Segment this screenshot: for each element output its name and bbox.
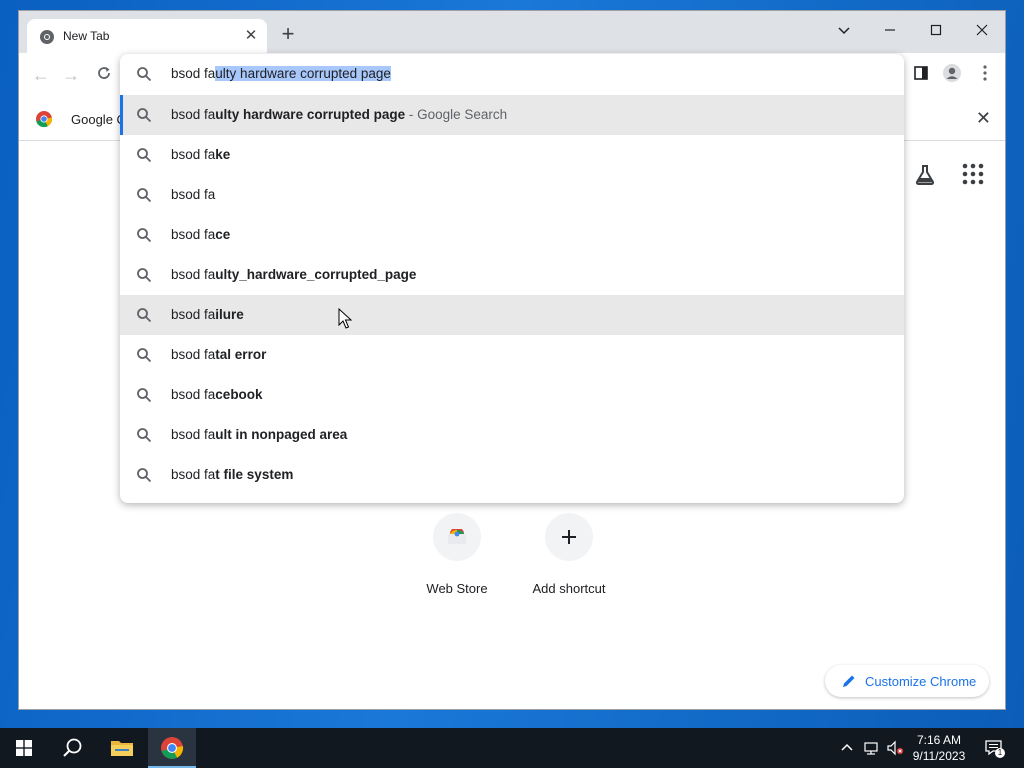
search-icon	[137, 268, 152, 283]
customize-chrome-button[interactable]: Customize Chrome	[825, 665, 989, 697]
autocomplete-selection: ulty hardware corrupted page	[215, 66, 391, 81]
suggestion-text: bsod face	[171, 227, 231, 242]
search-icon	[137, 228, 152, 243]
tab-new-tab[interactable]: New Tab ✕	[27, 19, 267, 53]
suggestion-item[interactable]: bsod fatal error	[120, 335, 904, 375]
menu-kebab-icon[interactable]	[973, 63, 997, 87]
suggestion-item[interactable]: bsod fake	[120, 135, 904, 175]
maximize-button[interactable]	[913, 17, 959, 45]
shortcut-label: Add shortcut	[532, 581, 606, 596]
shortcut-label: Web Store	[426, 581, 488, 596]
suggestion-item[interactable]: bsod failure	[120, 295, 904, 335]
search-icon	[137, 108, 152, 123]
chrome-favicon-icon	[40, 30, 54, 44]
search-icon	[137, 188, 152, 203]
suggestion-text: bsod facebook	[171, 387, 263, 402]
customize-label: Customize Chrome	[865, 674, 977, 689]
suggestion-text: bsod faulty_hardware_corrupted_page	[171, 267, 417, 282]
system-clock[interactable]: 7:16 AM 9/11/2023	[906, 732, 972, 764]
new-tab-button[interactable]: +	[277, 23, 299, 45]
start-button[interactable]	[0, 728, 48, 768]
forward-arrow-icon[interactable]: →	[59, 63, 83, 87]
omnibox-dropdown: bsod faulty hardware corrupted page bsod…	[120, 54, 904, 503]
bookmark-label[interactable]: Google C	[71, 112, 126, 127]
tab-close-icon[interactable]: ✕	[241, 26, 261, 46]
chrome-taskbar-button[interactable]	[148, 728, 196, 768]
suggestion-item[interactable]: bsod fault in nonpaged area	[120, 415, 904, 455]
suggestion-text: bsod fat file system	[171, 467, 294, 482]
side-panel-icon[interactable]	[909, 63, 933, 87]
shortcut-web-store[interactable]: Web Store	[402, 513, 512, 596]
suggestion-item[interactable]: bsod fa	[120, 175, 904, 215]
clock-time: 7:16 AM	[916, 733, 962, 747]
suggestion-text: bsod fatal error	[171, 347, 267, 362]
suggestion-text: bsod faulty hardware corrupted page - Go…	[171, 107, 508, 122]
search-icon	[137, 67, 152, 82]
windows-logo-icon	[16, 740, 32, 756]
tab-title: New Tab	[63, 29, 110, 43]
folder-icon	[111, 741, 133, 756]
chrome-logo-icon	[161, 737, 184, 759]
search-icon	[137, 348, 152, 363]
focus-indicator	[120, 95, 123, 135]
suggestion-item[interactable]: bsod faulty_hardware_corrupted_page	[120, 255, 904, 295]
taskbar-search-button[interactable]	[48, 728, 96, 768]
network-icon[interactable]	[863, 740, 879, 756]
web-store-tile	[433, 513, 481, 561]
plus-icon	[562, 530, 576, 544]
search-icon	[137, 308, 152, 323]
search-icon	[63, 738, 82, 757]
suggestion-item[interactable]: bsod faulty hardware corrupted page - Go…	[120, 95, 904, 135]
add-shortcut-tile	[545, 513, 593, 561]
shortcut-add[interactable]: Add shortcut	[514, 513, 624, 596]
suggestion-item[interactable]: bsod facebook	[120, 375, 904, 415]
tab-strip: New Tab ✕ +	[19, 11, 1005, 53]
minimize-button[interactable]	[867, 17, 913, 45]
suggestion-item[interactable]: bsod fat file system	[120, 455, 904, 495]
profile-avatar[interactable]	[940, 63, 964, 87]
suggestion-text: bsod failure	[171, 307, 244, 322]
suggestion-text: bsod fa	[171, 187, 216, 202]
chrome-logo-icon	[36, 111, 53, 128]
search-icon	[137, 428, 152, 443]
suggestion-item[interactable]: bsod face	[120, 215, 904, 255]
close-icon[interactable]: ✕	[976, 108, 991, 129]
file-explorer-button[interactable]	[98, 728, 146, 768]
chevron-up-icon[interactable]	[839, 740, 855, 756]
clock-date: 9/11/2023	[912, 749, 966, 763]
volume-muted-icon[interactable]	[886, 740, 904, 756]
search-icon	[137, 148, 152, 163]
google-apps-icon[interactable]	[962, 163, 984, 185]
search-icon	[137, 388, 152, 403]
chrome-labs-icon[interactable]	[913, 163, 937, 187]
back-arrow-icon[interactable]: ←	[29, 63, 53, 87]
mouse-cursor-icon	[338, 308, 352, 329]
pencil-icon	[843, 675, 855, 687]
suggestion-text: bsod fake	[171, 147, 231, 162]
typed-text: bsod fa	[171, 66, 216, 81]
suggestion-text: bsod fault in nonpaged area	[171, 427, 348, 442]
notification-center-icon[interactable]: 1	[984, 738, 1005, 758]
reload-icon[interactable]	[92, 63, 116, 87]
address-bar[interactable]: bsod faulty hardware corrupted page	[120, 54, 904, 94]
close-window-button[interactable]	[959, 17, 1005, 45]
notification-badge: 1	[995, 748, 1005, 758]
search-icon	[137, 468, 152, 483]
address-input[interactable]: bsod faulty hardware corrupted page	[171, 66, 391, 81]
taskbar: 7:16 AM 9/11/2023 1	[0, 728, 1024, 768]
tab-search-icon[interactable]	[821, 17, 867, 45]
web-store-icon	[448, 529, 466, 544]
